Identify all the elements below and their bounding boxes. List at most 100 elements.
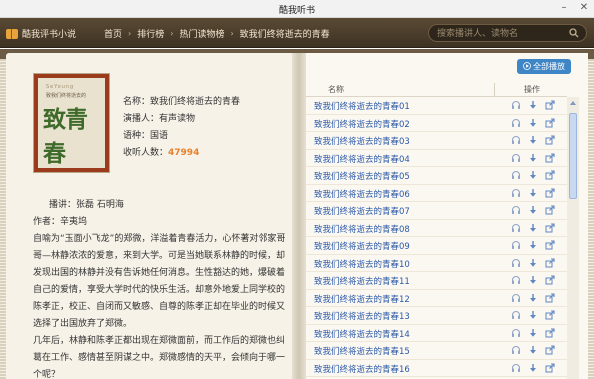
app-logo[interactable]: 酷我评书小说: [6, 27, 76, 40]
download-icon[interactable]: [528, 153, 538, 163]
headphone-icon[interactable]: [511, 240, 521, 250]
share-icon[interactable]: [545, 222, 555, 233]
chevron-right-icon: ›: [170, 29, 174, 38]
share-icon[interactable]: [545, 240, 555, 250]
close-button[interactable]: ✕: [578, 2, 590, 14]
breadcrumb-rankings[interactable]: 排行榜: [137, 27, 164, 40]
track-title[interactable]: 致我们终将逝去的青春05: [314, 170, 410, 182]
share-icon[interactable]: [545, 152, 555, 163]
list-item[interactable]: 致我们终将逝去的青春07: [306, 202, 567, 220]
share-icon[interactable]: [545, 310, 555, 320]
download-icon[interactable]: [528, 188, 538, 198]
list-item[interactable]: 致我们终将逝去的青春15: [306, 342, 567, 360]
download-icon[interactable]: [528, 205, 538, 215]
list-item[interactable]: 致我们终将逝去的青春08: [306, 220, 567, 237]
download-icon[interactable]: [528, 170, 538, 180]
breadcrumb-hot-books[interactable]: 热门读物榜: [179, 27, 224, 40]
track-actions: [511, 152, 555, 163]
list-item[interactable]: 致我们终将逝去的青春12: [306, 290, 567, 307]
playlist-scrollbar[interactable]: [567, 97, 579, 379]
track-title[interactable]: 致我们终将逝去的青春08: [314, 223, 410, 235]
track-title[interactable]: 致我们终将逝去的青春14: [314, 328, 410, 340]
headphone-icon[interactable]: [511, 100, 521, 110]
list-item[interactable]: 致我们终将逝去的青春14: [306, 325, 567, 342]
track-title[interactable]: 致我们终将逝去的青春09: [314, 240, 410, 252]
headphone-icon[interactable]: [511, 223, 521, 233]
track-title[interactable]: 致我们终将逝去的青春15: [314, 345, 410, 357]
search-box[interactable]: [428, 24, 587, 42]
scrollbar-thumb[interactable]: [569, 113, 577, 199]
headphone-icon[interactable]: [511, 258, 521, 268]
share-icon[interactable]: [545, 187, 555, 198]
download-icon[interactable]: [528, 135, 538, 145]
headphone-icon[interactable]: [511, 293, 521, 303]
headphone-icon[interactable]: [511, 310, 521, 320]
download-icon[interactable]: [528, 345, 538, 355]
share-icon[interactable]: [545, 205, 555, 215]
share-icon[interactable]: [545, 292, 555, 303]
track-title[interactable]: 致我们终将逝去的青春10: [314, 258, 410, 270]
share-icon[interactable]: [545, 100, 555, 110]
share-icon[interactable]: [545, 275, 555, 285]
search-icon[interactable]: [569, 28, 579, 38]
share-icon[interactable]: [545, 170, 555, 180]
share-icon[interactable]: [545, 257, 555, 268]
headphone-icon[interactable]: [511, 363, 521, 373]
list-item[interactable]: 致我们终将逝去的青春06: [306, 185, 567, 202]
headphone-icon[interactable]: [511, 188, 521, 198]
list-item[interactable]: 致我们终将逝去的青春04: [306, 150, 567, 167]
download-icon[interactable]: [528, 100, 538, 110]
track-actions: [511, 187, 555, 198]
download-icon[interactable]: [528, 293, 538, 303]
scroll-up-icon[interactable]: [569, 99, 577, 107]
share-icon[interactable]: [545, 327, 555, 338]
list-item[interactable]: 致我们终将逝去的青春01: [306, 97, 567, 115]
headphone-icon[interactable]: [511, 135, 521, 145]
download-icon[interactable]: [528, 275, 538, 285]
list-item[interactable]: 致我们终将逝去的青春02: [306, 115, 567, 132]
download-icon[interactable]: [528, 363, 538, 373]
list-item[interactable]: 致我们终将逝去的青春10: [306, 255, 567, 272]
track-title[interactable]: 致我们终将逝去的青春07: [314, 205, 410, 217]
list-item[interactable]: 致我们终将逝去的青春05: [306, 167, 567, 185]
list-item[interactable]: 致我们终将逝去的青春11: [306, 272, 567, 290]
minimize-button[interactable]: –: [558, 2, 570, 14]
play-all-button[interactable]: 全部播放: [517, 59, 571, 74]
share-icon[interactable]: [545, 117, 555, 128]
list-item[interactable]: 致我们终将逝去的青春03: [306, 132, 567, 150]
download-icon[interactable]: [528, 118, 538, 128]
book-name: 名称：致我们终将逝去的青春: [123, 97, 241, 107]
headphone-icon[interactable]: [511, 170, 521, 180]
download-icon[interactable]: [528, 240, 538, 250]
track-title[interactable]: 致我们终将逝去的青春13: [314, 310, 410, 322]
track-title[interactable]: 致我们终将逝去的青春11: [314, 275, 410, 287]
search-input[interactable]: [437, 27, 567, 40]
list-item[interactable]: 致我们终将逝去的青春16: [306, 360, 567, 377]
track-actions: [511, 135, 555, 145]
track-actions: [511, 345, 555, 355]
track-title[interactable]: 致我们终将逝去的青春04: [314, 153, 410, 165]
headphone-icon[interactable]: [511, 153, 521, 163]
headphone-icon[interactable]: [511, 328, 521, 338]
headphone-icon[interactable]: [511, 118, 521, 128]
track-title[interactable]: 致我们终将逝去的青春03: [314, 135, 410, 147]
track-title[interactable]: 致我们终将逝去的青春12: [314, 293, 410, 305]
download-icon[interactable]: [528, 223, 538, 233]
share-icon[interactable]: [545, 135, 555, 145]
track-title[interactable]: 致我们终将逝去的青春02: [314, 118, 410, 130]
list-item[interactable]: 致我们终将逝去的青春13: [306, 307, 567, 325]
share-icon[interactable]: [545, 362, 555, 373]
headphone-icon[interactable]: [511, 205, 521, 215]
share-icon[interactable]: [545, 345, 555, 355]
download-icon[interactable]: [528, 310, 538, 320]
track-title[interactable]: 致我们终将逝去的青春16: [314, 363, 410, 375]
list-item[interactable]: 致我们终将逝去的青春09: [306, 237, 567, 255]
download-icon[interactable]: [528, 258, 538, 268]
download-icon[interactable]: [528, 328, 538, 338]
headphone-icon[interactable]: [511, 275, 521, 285]
headphone-icon[interactable]: [511, 345, 521, 355]
track-title[interactable]: 致我们终将逝去的青春01: [314, 100, 410, 112]
track-title[interactable]: 致我们终将逝去的青春06: [314, 188, 410, 200]
playlist-header: 名称 操作: [306, 83, 567, 97]
breadcrumb-home[interactable]: 首页: [104, 27, 122, 40]
